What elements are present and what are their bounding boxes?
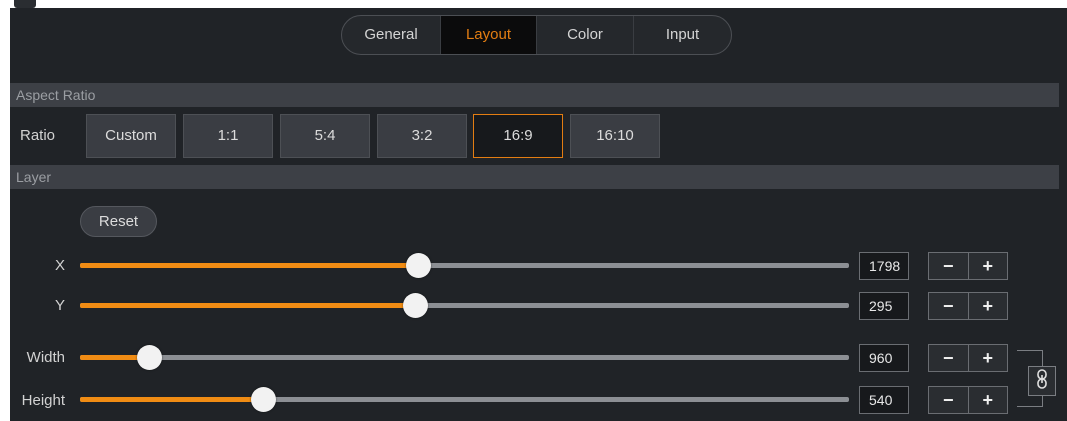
tab-input[interactable]: Input [633, 16, 731, 54]
width-slider[interactable] [80, 345, 849, 370]
y-stepper: − + [928, 292, 1008, 320]
reset-button[interactable]: Reset [80, 206, 157, 237]
ratio-16-9-button[interactable]: 16:9 [473, 114, 563, 158]
height-label: Height [21, 392, 65, 409]
height-increment-button[interactable]: + [967, 387, 1008, 413]
width-label: Width [26, 349, 65, 366]
y-slider[interactable] [80, 293, 849, 318]
tab-color[interactable]: Color [536, 16, 633, 54]
ratio-label: Ratio [20, 127, 56, 144]
x-value-field[interactable]: 1798 [859, 252, 909, 280]
width-stepper: − + [928, 344, 1008, 372]
height-slider-fill [80, 397, 264, 402]
y-slider-fill [80, 303, 415, 308]
tab-general[interactable]: General [342, 16, 440, 54]
y-label: Y [54, 297, 65, 314]
height-slider-thumb[interactable] [251, 387, 277, 412]
y-decrement-button[interactable]: − [929, 293, 968, 319]
x-slider[interactable] [80, 253, 849, 278]
x-label: X [54, 257, 65, 274]
y-increment-button[interactable]: + [967, 293, 1008, 319]
tab-layout[interactable]: Layout [440, 16, 536, 54]
width-value-field[interactable]: 960 [859, 344, 909, 372]
ratio-5-4-button[interactable]: 5:4 [280, 114, 370, 158]
y-value-field[interactable]: 295 [859, 292, 909, 320]
x-increment-button[interactable]: + [967, 253, 1008, 279]
section-layer: Layer [10, 165, 1059, 189]
x-stepper: − + [928, 252, 1008, 280]
height-decrement-button[interactable]: − [929, 387, 968, 413]
x-slider-fill [80, 263, 419, 268]
section-aspect-ratio: Aspect Ratio [10, 83, 1059, 107]
y-slider-thumb[interactable] [402, 293, 428, 318]
ratio-1-1-button[interactable]: 1:1 [183, 114, 273, 158]
link-icon [1036, 368, 1048, 394]
window-corner [14, 0, 36, 8]
ratio-16-10-button[interactable]: 16:10 [570, 114, 660, 158]
tab-bar: General Layout Color Input [341, 15, 732, 55]
x-decrement-button[interactable]: − [929, 253, 968, 279]
lock-bracket-top [1017, 350, 1043, 367]
ratio-custom-button[interactable]: Custom [86, 114, 176, 158]
lock-bracket-bottom [1017, 396, 1043, 407]
height-slider[interactable] [80, 387, 849, 412]
ratio-3-2-button[interactable]: 3:2 [377, 114, 467, 158]
width-increment-button[interactable]: + [967, 345, 1008, 371]
height-stepper: − + [928, 386, 1008, 414]
width-decrement-button[interactable]: − [929, 345, 968, 371]
aspect-lock-button[interactable] [1028, 366, 1056, 396]
height-value-field[interactable]: 540 [859, 386, 909, 414]
